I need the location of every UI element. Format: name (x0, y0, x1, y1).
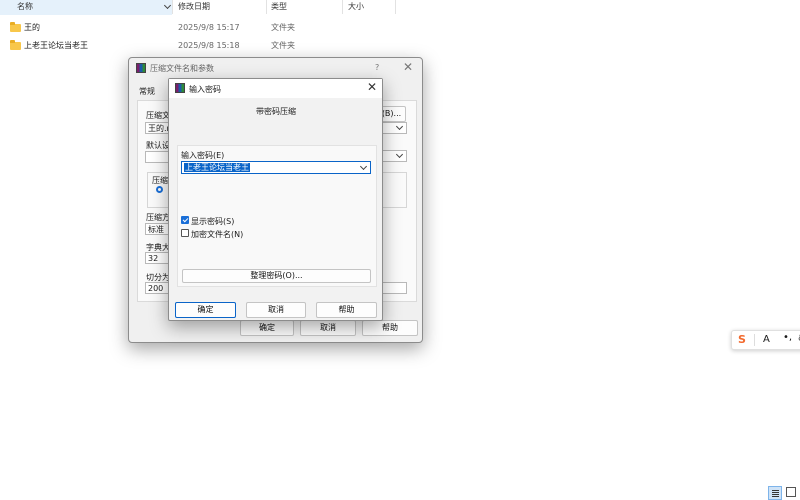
archive-cancel-button[interactable]: 取消 (300, 320, 356, 336)
password-input[interactable]: 上老王论坛当老王 (181, 161, 371, 174)
tab-general[interactable]: 常规 (139, 86, 155, 97)
archive-ok-button[interactable]: 确定 (240, 320, 294, 336)
archive-dialog-titlebar: 压缩文件名和参数 ? ✕ (129, 58, 422, 78)
archive-dialog-title: 压缩文件名和参数 (150, 64, 214, 73)
column-name[interactable]: 名称 (17, 0, 33, 15)
password-header-area (169, 98, 382, 142)
winrar-icon (175, 83, 185, 93)
method-label: 压缩方 (146, 213, 170, 222)
password-cancel-button[interactable]: 取消 (246, 302, 306, 318)
file-type: 文件夹 (271, 41, 295, 50)
password-dialog: 输入密码 ✕ 带密码压缩 输入密码(E) 上老王论坛当老王 显示密码(S) 加密… (168, 78, 383, 321)
file-name: 上老王论坛当老王 (24, 41, 88, 50)
sogou-logo-icon[interactable]: S (738, 333, 746, 346)
file-type: 文件夹 (271, 23, 295, 32)
close-icon[interactable]: ✕ (403, 60, 413, 74)
password-value: 上老王论坛当老王 (184, 163, 250, 172)
list-view-icon (772, 490, 779, 491)
close-icon[interactable]: ✕ (367, 80, 377, 94)
show-password-label[interactable]: 显示密码(S) (191, 216, 234, 227)
explorer-header: 名称 修改日期 类型 大小 (0, 0, 800, 15)
details-view-button[interactable] (768, 486, 782, 500)
tiles-view-button[interactable] (786, 487, 796, 497)
punctuation-icon[interactable]: •, (783, 332, 792, 343)
list-item[interactable]: 王的 2025/9/8 15:17 文件夹 (0, 19, 400, 36)
archive-help-button[interactable]: 帮助 (362, 320, 418, 336)
radio-icon[interactable] (156, 186, 163, 193)
password-label: 输入密码(E) (181, 151, 225, 160)
winrar-icon (136, 63, 146, 73)
help-icon[interactable]: ? (375, 63, 379, 72)
organize-passwords-button[interactable]: 整理密码(O)... (182, 269, 371, 283)
file-name: 王的 (24, 23, 40, 32)
file-modified: 2025/9/8 15:17 (178, 23, 240, 32)
folder-icon (10, 40, 21, 50)
ime-toolbar: S A •, & (731, 330, 800, 350)
encrypt-names-checkbox[interactable] (181, 229, 189, 237)
half-width-toggle[interactable]: A (763, 334, 770, 345)
file-modified: 2025/9/8 15:18 (178, 41, 240, 50)
password-heading: 带密码压缩 (256, 107, 296, 116)
format-label: 压缩 (152, 176, 168, 185)
show-password-checkbox[interactable] (181, 216, 189, 224)
password-ok-button[interactable]: 确定 (175, 302, 236, 318)
profile-label: 默认设 (146, 141, 170, 150)
list-item[interactable]: 上老王论坛当老王 2025/9/8 15:18 文件夹 (0, 37, 400, 54)
encrypt-names-label[interactable]: 加密文件名(N) (191, 229, 243, 240)
column-size[interactable]: 大小 (348, 0, 364, 15)
column-type[interactable]: 类型 (271, 0, 287, 15)
password-help-button[interactable]: 帮助 (316, 302, 377, 318)
folder-icon (10, 22, 21, 32)
archive-name-label: 压缩文 (146, 111, 170, 120)
password-dialog-titlebar: 输入密码 ✕ (169, 79, 382, 98)
password-dialog-title: 输入密码 (189, 85, 221, 94)
column-modified[interactable]: 修改日期 (178, 0, 210, 15)
